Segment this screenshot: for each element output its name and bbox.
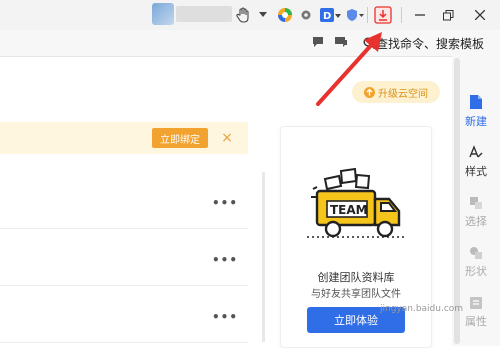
d-app-icon[interactable]: D [318,6,342,24]
tool-new-label: 新建 [465,115,487,128]
tool-new[interactable]: 新建 [452,94,500,129]
tool-style-label: 样式 [465,165,487,178]
team-card-title: 创建团队资料库 [317,271,395,284]
command-bar: 查找命令、搜索模板 [0,30,500,57]
select-icon [470,197,482,209]
tool-property-label: 属性 [465,315,487,328]
search-icon[interactable] [363,37,376,52]
watermark: jingyan.baidu.com [380,304,464,314]
scrollbar[interactable] [262,172,265,342]
tool-select-label: 选择 [465,215,487,228]
banner-close-icon[interactable]: × [220,128,234,148]
minimize-icon[interactable] [412,6,428,24]
tool-shape[interactable]: 形状 [452,246,500,279]
bind-banner [0,122,248,154]
bind-now-button[interactable]: 立即绑定 [152,128,208,148]
title-bar: D [0,0,500,30]
more-options-icon[interactable]: ••• [212,196,238,210]
shape-icon [470,247,482,259]
upgrade-label: 升级云空间 [378,88,428,100]
style-icon [469,145,483,158]
team-library-card: TEAM 创建团队资料库 与好友共享团队文件 立即体验 [280,126,432,348]
shield-icon[interactable] [346,6,364,24]
team-truck-illustration: TEAM [307,167,407,238]
list-item[interactable]: ••• [0,172,248,229]
list-item[interactable]: ••• [0,229,248,286]
restore-icon[interactable] [440,6,456,24]
comment-icon[interactable] [334,36,348,51]
team-card-subtitle: 与好友共享团队文件 [311,289,401,300]
download-icon[interactable] [372,6,394,24]
upgrade-cloud-button[interactable]: 升级云空间 [352,81,440,103]
list-item[interactable]: ••• [0,286,248,343]
file-icon [470,95,482,109]
tool-style[interactable]: 样式 [452,144,500,179]
user-avatar[interactable] [152,3,174,25]
chevron-down-icon[interactable] [258,6,268,24]
close-icon[interactable] [472,6,488,24]
hand-icon[interactable] [234,6,252,24]
settings-icon[interactable] [298,6,314,24]
user-name-blurred [176,6,232,22]
truck-label: TEAM [330,203,368,217]
browser-icon[interactable] [276,6,294,24]
message-icon[interactable] [312,36,324,51]
tool-select[interactable]: 选择 [452,196,500,229]
tool-shape-label: 形状 [465,265,487,278]
more-options-icon[interactable]: ••• [212,310,238,324]
svg-text:D: D [323,11,331,22]
more-options-icon[interactable]: ••• [212,253,238,267]
upload-icon [364,86,375,98]
property-icon [470,297,482,309]
search-command-input[interactable]: 查找命令、搜索模板 [376,35,484,52]
